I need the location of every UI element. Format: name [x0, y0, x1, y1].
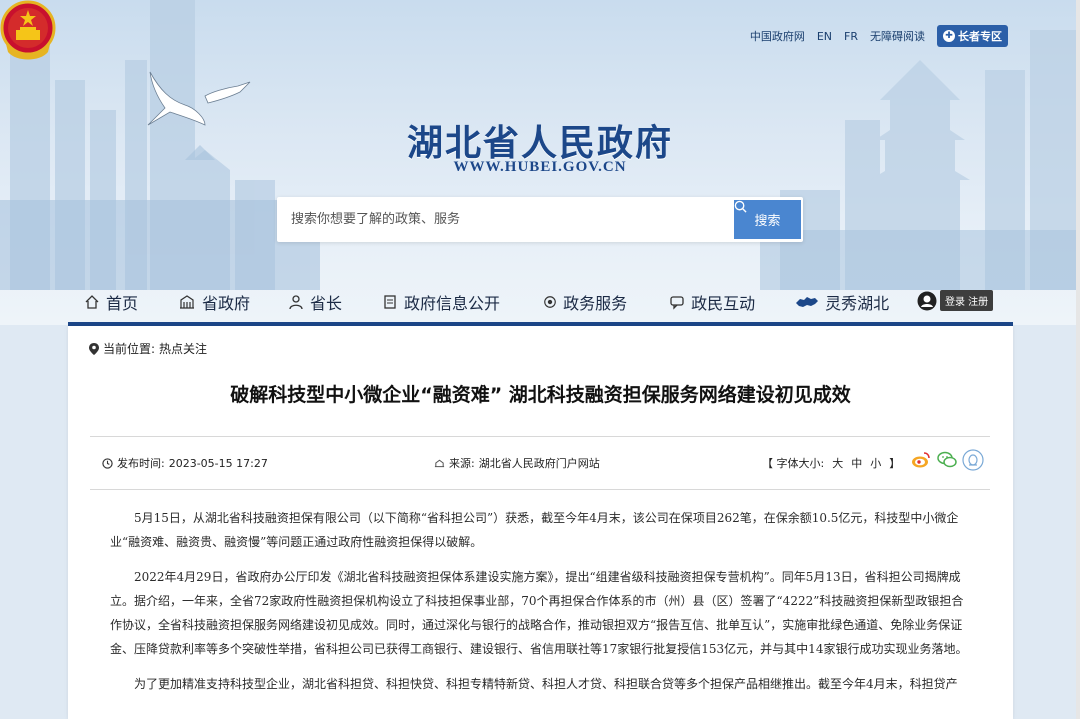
nav-item-home[interactable]: 首页	[84, 290, 138, 314]
user-login-area: 登录 注册	[917, 290, 994, 311]
header-banner: 中国政府网 EN FR 无障碍阅读 ✚ 长者专区 湖北省人民政府 WWW.HUB…	[0, 0, 1080, 325]
clock-icon	[102, 457, 113, 469]
font-size-close: 】	[889, 457, 901, 470]
font-size-label: 【 字体大小:	[762, 457, 825, 470]
nav-item-label: 省长	[310, 294, 343, 313]
document-icon	[384, 295, 396, 309]
wechat-icon[interactable]	[936, 449, 958, 471]
top-utility-links: 中国政府网 EN FR 无障碍阅读 ✚ 长者专区	[750, 25, 1008, 47]
breadcrumb: 当前位置: 热点关注	[89, 340, 207, 357]
elder-zone-button[interactable]: ✚ 长者专区	[937, 25, 1008, 47]
source-label: 来源:	[449, 457, 475, 470]
nav-item-label: 政府信息公开	[404, 294, 501, 313]
nav-item-label: 灵秀湖北	[825, 294, 890, 313]
source-icon	[434, 459, 445, 468]
service-icon	[544, 296, 556, 308]
nav-item-label: 政民互动	[691, 294, 756, 313]
breadcrumb-prefix: 当前位置:	[103, 342, 156, 356]
location-pin-icon	[89, 342, 99, 355]
source-info: 来源: 湖北省人民政府门户网站	[434, 455, 600, 471]
font-size-controls: 【 字体大小: 大 中 小 】	[762, 455, 900, 471]
chat-icon	[670, 296, 684, 310]
nav-item-beautiful-hubei[interactable]: 灵秀湖北	[795, 290, 889, 314]
article-paragraph: 2022年4月29日，省政府办公厅印发《湖北省科技融资担保体系建设实施方案》，提…	[110, 570, 968, 656]
breadcrumb-current[interactable]: 热点关注	[159, 340, 207, 357]
font-small-button[interactable]: 小	[870, 455, 881, 471]
publish-time: 2023-05-15 17:27	[168, 456, 268, 470]
nav-item-government-services[interactable]: 政务服务	[543, 290, 627, 314]
nav-item-government-info[interactable]: 政府信息公开	[382, 290, 500, 314]
user-avatar-icon[interactable]	[917, 291, 937, 311]
building-icon	[180, 295, 195, 309]
share-buttons	[910, 449, 984, 471]
search-input[interactable]	[277, 197, 733, 242]
search-box: 搜索	[277, 197, 803, 242]
search-button[interactable]: 搜索	[734, 200, 801, 239]
map-icon	[796, 297, 819, 307]
nav-item-label: 政务服务	[563, 294, 628, 313]
article-meta-bar: 发布时间: 2023-05-15 17:27 来源: 湖北省人民政府门户网站 【…	[90, 436, 990, 490]
search-icon	[734, 200, 747, 213]
french-link[interactable]: FR	[844, 30, 858, 43]
article-container: 当前位置: 热点关注 破解科技型中小微企业“融资难” 湖北科技融资担保服务网络建…	[68, 326, 1013, 719]
publish-label: 发布时间:	[117, 457, 165, 470]
article-paragraph: 5月15日，从湖北省科技融资担保有限公司（以下简称“省科担公司”）获悉，截至今年…	[110, 511, 959, 549]
accessibility-link[interactable]: 无障碍阅读	[870, 28, 925, 44]
home-icon	[85, 295, 99, 309]
source-name: 湖北省人民政府门户网站	[478, 457, 600, 470]
nav-item-provincial-government[interactable]: 省政府	[178, 290, 250, 314]
login-register-button[interactable]: 登录 注册	[940, 290, 994, 311]
weibo-icon[interactable]	[910, 449, 932, 471]
page-scrollbar[interactable]	[1076, 0, 1080, 719]
nav-item-label: 首页	[106, 294, 139, 313]
english-link[interactable]: EN	[817, 30, 832, 43]
publish-info: 发布时间: 2023-05-15 17:27	[102, 455, 268, 471]
search-button-label: 搜索	[754, 214, 781, 229]
elder-zone-label: 长者专区	[958, 30, 1002, 43]
nav-item-label: 省政府	[202, 294, 251, 313]
nav-item-public-interaction[interactable]: 政民互动	[669, 290, 755, 314]
qq-icon[interactable]	[962, 449, 984, 471]
article-body: 5月15日，从湖北省科技融资担保有限公司（以下简称“省科担公司”）获悉，截至今年…	[110, 506, 972, 707]
person-icon	[289, 295, 303, 310]
gov-portal-link[interactable]: 中国政府网	[750, 28, 805, 44]
article-title: 破解科技型中小微企业“融资难” 湖北科技融资担保服务网络建设初见成效	[230, 384, 851, 406]
national-emblem-icon	[0, 0, 56, 60]
elder-icon: ✚	[943, 30, 955, 42]
site-url: WWW.HUBEI.GOV.CN	[453, 159, 627, 175]
font-large-button[interactable]: 大	[832, 455, 843, 471]
article-paragraph: 为了更加精准支持科技型企业，湖北省科担贷、科担快贷、科担专精特新贷、科担人才贷、…	[134, 677, 958, 691]
font-medium-button[interactable]: 中	[851, 455, 862, 471]
main-navigation: 首页 省政府 省长 政府信息公开 政务服务 政民互动 灵秀湖北	[68, 282, 1013, 322]
nav-item-governor[interactable]: 省长	[288, 290, 342, 314]
